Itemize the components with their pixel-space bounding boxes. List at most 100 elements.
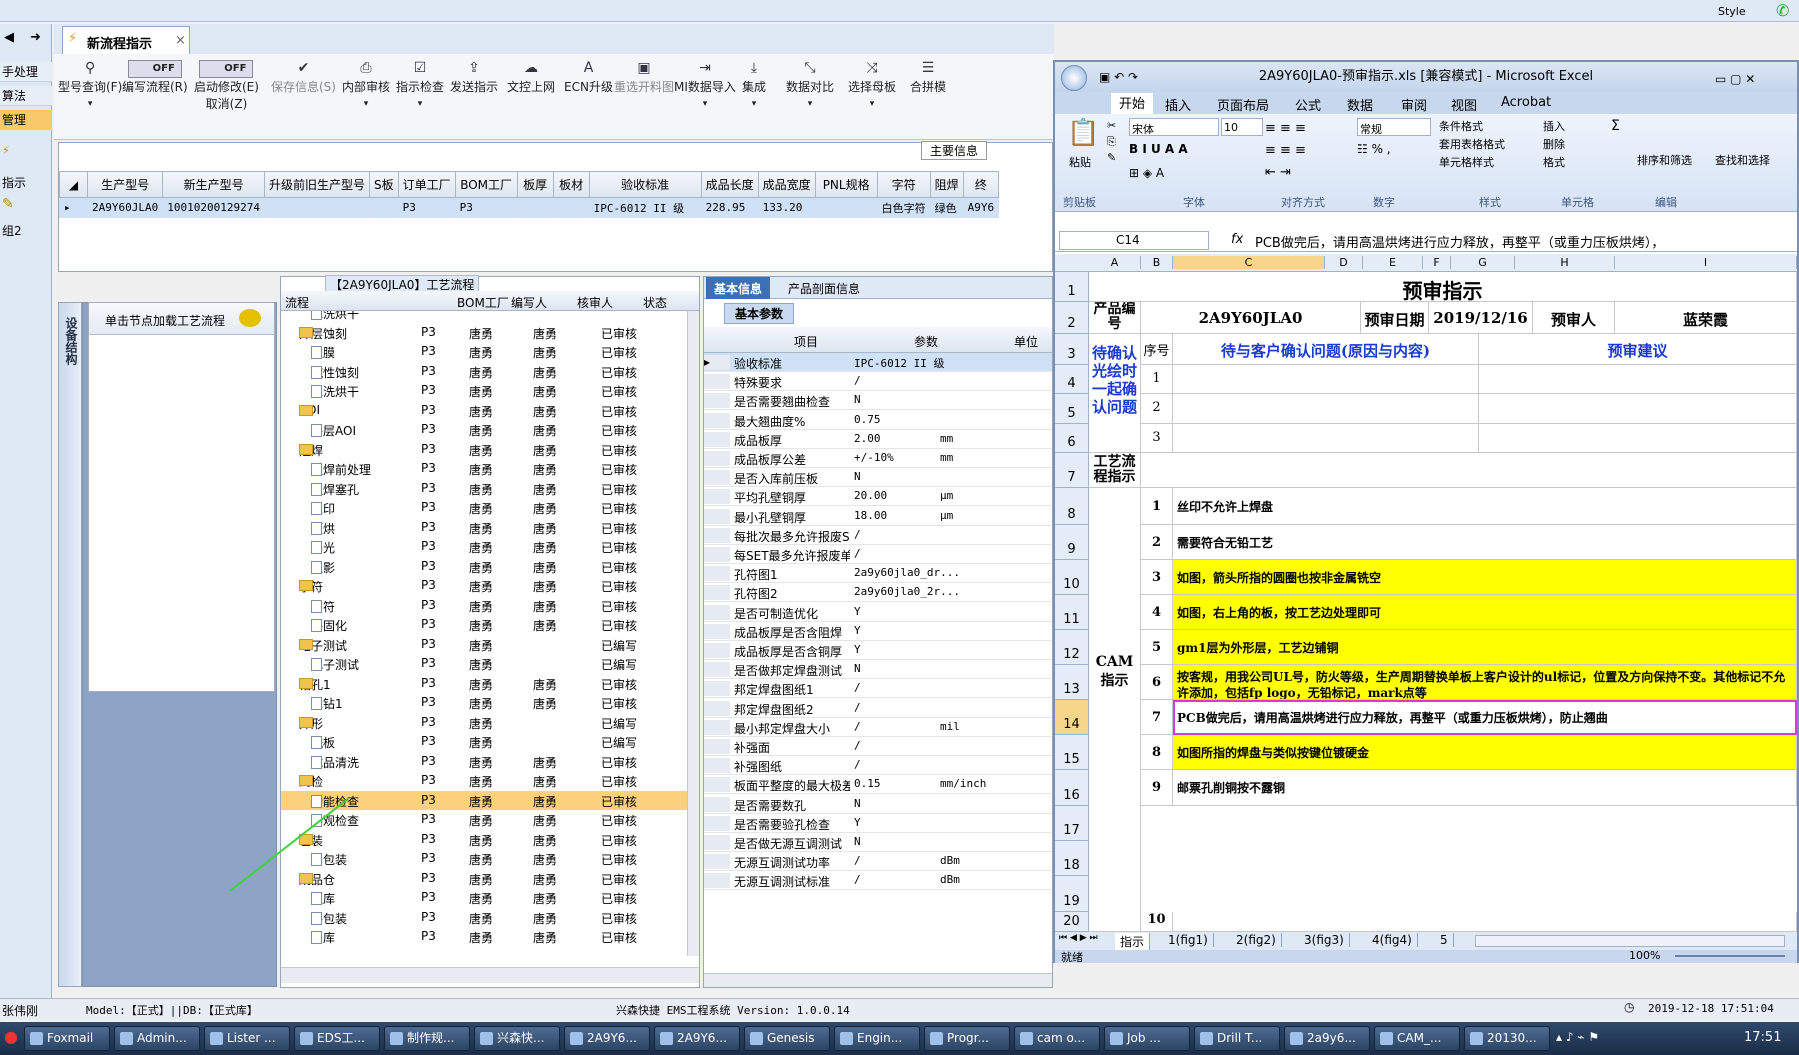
flow-row[interactable]: 字符 P3 唐勇 唐勇 已审核 <box>281 596 687 615</box>
flow-row[interactable]: 二钻1 P3 唐勇 唐勇 已审核 <box>281 693 687 712</box>
main-info-cell[interactable]: 2A9Y60JLA0 <box>86 197 164 218</box>
row-number[interactable]: 20 <box>1055 912 1089 932</box>
cam-instruction[interactable] <box>1173 912 1797 932</box>
param-row[interactable]: 最小孔壁铜厚 18.00 μm <box>704 507 1052 526</box>
row-number[interactable]: 9 <box>1055 525 1089 560</box>
param-row[interactable]: 邦定焊盘图纸1 / <box>704 679 1052 699</box>
taskbar-item[interactable]: cam o... <box>1014 1026 1100 1051</box>
advice-label[interactable]: 预审建议 <box>1479 334 1797 365</box>
zoom-slider[interactable] <box>1675 955 1785 957</box>
param-row[interactable]: 成品板厚公差 +/-10% mm <box>704 449 1052 468</box>
flow-row[interactable]: 成品清洗 P3 唐勇 唐勇 已审核 <box>281 752 687 771</box>
cam-label[interactable]: CAM指示 <box>1089 488 1141 932</box>
cam-instruction[interactable]: 如图，右上角的板，按工艺边处理即可 <box>1173 595 1797 630</box>
nav-item-process[interactable]: 手处理 <box>0 62 52 82</box>
sheet-tab[interactable]: 5 <box>1435 933 1454 947</box>
table-format-button[interactable]: 套用表格格式 <box>1439 136 1505 152</box>
seq-number[interactable]: 2 <box>1141 394 1173 424</box>
date-value[interactable]: 2019/12/16 <box>1429 302 1533 334</box>
date-label[interactable]: 预审日期 <box>1361 302 1429 334</box>
col-header[interactable]: 成品长度 <box>700 171 759 198</box>
column-header[interactable]: C <box>1173 256 1325 269</box>
seq-number[interactable]: 1 <box>1141 365 1173 394</box>
flow-row[interactable]: 阻焊塞孔 P3 唐勇 唐勇 已审核 <box>281 479 687 498</box>
col-writer[interactable]: 编写人 <box>511 294 547 311</box>
col-header[interactable]: 验收标准 <box>588 171 702 198</box>
merge-button[interactable]: ☰ 合拼模 <box>910 60 946 95</box>
select-mother-board-button[interactable]: ⤨ 选择母板 ▾ <box>848 60 896 109</box>
ribbon-tab[interactable]: 页面布局 <box>1217 95 1269 114</box>
col-header[interactable]: 板厚 <box>516 171 554 198</box>
cam-number[interactable]: 4 <box>1141 595 1173 630</box>
main-info-cell[interactable]: 10010200129274 <box>162 197 265 218</box>
nav-back-icon[interactable]: ◀ <box>4 30 14 45</box>
col-header[interactable]: 字符 <box>876 171 931 198</box>
product-value[interactable]: 2A9Y60JLA0 <box>1141 302 1361 334</box>
reviewer-value[interactable]: 蓝荣霞 <box>1615 302 1797 334</box>
row-number[interactable]: 11 <box>1055 595 1089 630</box>
fx-icon[interactable]: fx <box>1231 232 1243 247</box>
window-controls[interactable]: ▭ ▢ ✕ <box>1715 64 1755 94</box>
row-number[interactable]: 10 <box>1055 560 1089 595</box>
taskbar-item[interactable]: 2A9Y6... <box>564 1026 650 1051</box>
font-size-select[interactable]: 10 <box>1221 118 1263 136</box>
flow-row[interactable]: 曝光 P3 唐勇 唐勇 已审核 <box>281 537 687 556</box>
nav-item-algorithm[interactable]: 算法 <box>0 86 52 106</box>
param-row[interactable]: 是否需要数孔 N <box>704 795 1052 814</box>
main-info-cell[interactable]: 133.20 <box>757 197 816 218</box>
advice-cell[interactable] <box>1479 394 1797 424</box>
flow-row[interactable]: 外包装 P3 唐勇 唐勇 已审核 <box>281 908 687 927</box>
alignment-icons[interactable]: ≡ ≡ ≡ ≡ ≡ ≡ ⇤ ⇥ <box>1265 118 1306 184</box>
ribbon-tab[interactable]: 公式 <box>1295 95 1321 114</box>
start-modify-toggle[interactable]: OFF 启动修改(E) 取消(Z) <box>194 60 259 112</box>
col-header[interactable]: BOM工厂 <box>454 171 518 198</box>
flow-row[interactable]: 外层AOI P3 唐勇 唐勇 已审核 <box>281 420 687 439</box>
main-info-cell[interactable]: P3 <box>397 197 456 218</box>
flow-row[interactable]: 阻焊 P3 唐勇 唐勇 已审核 <box>281 440 687 459</box>
tab-basic-info[interactable]: 基本信息 <box>706 277 771 299</box>
main-info-cell[interactable]: A9Y6 <box>962 197 1000 218</box>
flow-row[interactable]: 退膜 P3 唐勇 唐勇 已审核 <box>281 342 687 361</box>
ribbon-tab[interactable]: 数据 <box>1347 95 1373 114</box>
process-cell[interactable] <box>1141 453 1797 488</box>
taskbar-item[interactable]: Lister ... <box>204 1026 290 1051</box>
col-header[interactable]: 新生产型号 <box>162 171 265 198</box>
column-header[interactable]: I <box>1615 256 1797 269</box>
cam-instruction[interactable]: 邮票孔削铜按不露铜 <box>1173 770 1797 806</box>
cam-number[interactable]: 1 <box>1141 488 1173 525</box>
main-info-cell[interactable] <box>263 197 370 218</box>
data-compare-button[interactable]: ⤡ 数据对比 ▾ <box>786 60 834 109</box>
flow-row[interactable]: 内包装 P3 唐勇 唐勇 已审核 <box>281 849 687 868</box>
advice-cell[interactable] <box>1479 365 1797 394</box>
param-row[interactable]: 是否做无源互调测试 N <box>704 833 1052 852</box>
taskbar-item[interactable]: 20130... <box>1464 1026 1550 1051</box>
question-cell[interactable] <box>1173 365 1479 394</box>
col-header[interactable]: 终 <box>962 171 1000 198</box>
zoom-level[interactable]: 100% <box>1629 949 1660 962</box>
col-header[interactable]: 成品宽度 <box>757 171 816 198</box>
taskbar-item[interactable]: Engin... <box>834 1026 920 1051</box>
flow-row[interactable]: 外层蚀刻 P3 唐勇 唐勇 已审核 <box>281 323 687 342</box>
col-status[interactable]: 状态 <box>643 294 667 311</box>
write-flow-toggle[interactable]: OFF 编写流程(R) <box>122 60 188 95</box>
flow-row[interactable]: 铣板 P3 唐勇 已编写 <box>281 732 687 751</box>
sheet-tab[interactable]: 指示 <box>1115 933 1151 950</box>
param-row[interactable]: 每批次最多允许报废SET / <box>704 526 1052 545</box>
cam-instruction[interactable]: 需要符合无铅工艺 <box>1173 525 1797 560</box>
advice-cell[interactable] <box>1479 424 1797 453</box>
flow-row[interactable]: 字符 P3 唐勇 唐勇 已审核 <box>281 576 687 595</box>
mi-data-import-button[interactable]: ⇥ MI数据导入 ▾ <box>674 60 736 109</box>
param-row[interactable]: 特殊要求 / <box>704 372 1052 392</box>
column-header[interactable]: D <box>1325 256 1363 269</box>
flow-row[interactable]: 电子测试 P3 唐勇 已编写 <box>281 654 687 673</box>
tab-product-section[interactable]: 产品剖面信息 <box>782 280 866 297</box>
border-fill-color-icons[interactable]: ⊞ ◈ A <box>1129 166 1164 180</box>
taskbar-item[interactable]: Admin... <box>114 1026 200 1051</box>
col-reviewer[interactable]: 核审人 <box>577 294 613 311</box>
main-info-cell[interactable] <box>814 197 878 218</box>
row-number[interactable]: 3 <box>1055 334 1089 365</box>
cam-number[interactable]: 10 <box>1141 912 1173 932</box>
paste-button[interactable]: 粘贴 <box>1069 154 1091 170</box>
cam-number[interactable]: 3 <box>1141 560 1173 595</box>
taskbar-item[interactable]: Genesis <box>744 1026 830 1051</box>
